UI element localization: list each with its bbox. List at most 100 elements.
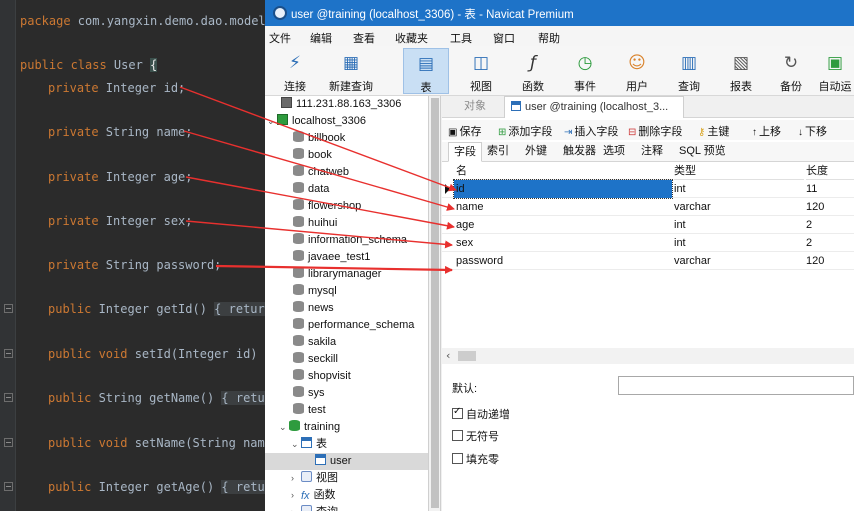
field-type-cell[interactable]: varchar	[674, 198, 711, 216]
tree-table-user[interactable]: user	[265, 453, 428, 470]
tree-training-functions[interactable]: › fx 函数	[291, 487, 336, 504]
table-row[interactable]: password varchar 120	[442, 252, 854, 270]
toolbar-user-button[interactable]: ☺ 用户	[611, 48, 663, 94]
grid-horizontal-scrollbar[interactable]: ‹	[442, 348, 854, 364]
field-name-cell[interactable]: password	[454, 252, 672, 270]
tab-objects[interactable]: 对象	[458, 96, 492, 118]
tree-connection-remote[interactable]: 111.231.88.163_3306	[281, 96, 401, 113]
fold-icon[interactable]	[4, 393, 13, 402]
subtab-fields[interactable]: 字段	[448, 142, 482, 162]
default-value-input[interactable]	[618, 376, 854, 395]
tree-training-views[interactable]: › 视图	[291, 470, 338, 487]
menu-favorites[interactable]: 收藏夹	[395, 30, 428, 46]
field-type-cell[interactable]: varchar	[674, 252, 711, 270]
field-name-cell[interactable]: age	[454, 216, 672, 234]
toolbar-function-button[interactable]: ƒ 函数	[507, 48, 559, 94]
field-length-cell[interactable]: 11	[806, 180, 817, 198]
checkbox-icon[interactable]	[452, 453, 463, 464]
fold-icon[interactable]	[4, 438, 13, 447]
chevron-right-icon[interactable]: ›	[291, 470, 301, 487]
field-type-cell[interactable]: int	[674, 216, 686, 234]
subtab-sql-preview[interactable]: SQL 预览	[674, 142, 731, 162]
tree-connection-localhost[interactable]: ⌄ localhost_3306	[267, 113, 366, 130]
chevron-down-icon[interactable]: ⌄	[267, 113, 277, 130]
field-length-cell[interactable]: 2	[806, 234, 812, 252]
table-row[interactable]: name varchar 120	[442, 198, 854, 216]
tree-training-queries[interactable]: ›查询	[291, 504, 338, 511]
insert-field-button[interactable]: ⇥ 插入字段	[564, 123, 618, 139]
subtab-options[interactable]: 选项	[598, 142, 630, 162]
menu-help[interactable]: 帮助	[538, 30, 560, 46]
add-field-button[interactable]: ⊞ 添加字段	[498, 123, 552, 139]
scrollbar-thumb[interactable]	[458, 351, 476, 361]
chevron-down-icon[interactable]: ⌄	[279, 419, 289, 436]
unsigned-checkbox[interactable]: 无符号	[452, 428, 499, 444]
tree-db-data[interactable]: data	[293, 181, 329, 198]
checkbox-icon[interactable]	[452, 430, 463, 441]
tree-training-tables[interactable]: ⌄ 表	[291, 436, 327, 453]
tree-db-information-schema[interactable]: information_schema	[293, 232, 407, 249]
tree-db-mysql[interactable]: mysql	[293, 283, 337, 300]
code-editor[interactable]: package com.yangxin.demo.dao.model publi…	[0, 0, 265, 511]
menu-file[interactable]: 文件	[269, 30, 291, 46]
field-name-cell[interactable]: id	[453, 179, 673, 199]
fold-icon[interactable]	[4, 304, 13, 313]
subtab-triggers[interactable]: 触发器	[558, 142, 601, 162]
checkbox-checked-icon[interactable]	[452, 406, 463, 419]
delete-field-button[interactable]: ⊟ 删除字段	[628, 123, 682, 139]
toolbar-event-button[interactable]: ◷ 事件	[559, 48, 611, 94]
tree-db-performance-schema[interactable]: performance_schema	[293, 317, 414, 334]
toolbar-query-button[interactable]: ▥ 查询	[663, 48, 715, 94]
field-name-cell[interactable]: sex	[454, 234, 672, 252]
tree-db-billbook[interactable]: billbook	[293, 130, 345, 147]
tree-db-shopvisit[interactable]: shopvisit	[293, 368, 351, 385]
save-button[interactable]: ▣ 保存	[448, 123, 481, 139]
field-length-cell[interactable]: 120	[806, 252, 824, 270]
chevron-right-icon[interactable]: ›	[291, 487, 301, 504]
tree-db-chatweb[interactable]: chatweb	[293, 164, 349, 181]
zerofill-checkbox[interactable]: 填充零	[452, 451, 499, 467]
fields-grid[interactable]: 名 类型 长度 id int 11 name varchar 120 age i…	[442, 163, 854, 353]
chevron-down-icon[interactable]: ⌄	[291, 436, 301, 453]
menu-tools[interactable]: 工具	[450, 30, 472, 46]
subtab-foreign-keys[interactable]: 外键	[520, 142, 552, 162]
tree-db-javaee-test1[interactable]: javaee_test1	[293, 249, 370, 266]
tree-db-flowershop[interactable]: flowershop	[293, 198, 361, 215]
tab-user-table[interactable]: user @training (localhost_3...	[504, 96, 684, 118]
toolbar-table-button[interactable]: ▤ 表	[403, 48, 449, 94]
tree-scrollbar[interactable]	[429, 96, 441, 511]
field-length-cell[interactable]: 120	[806, 198, 824, 216]
table-row[interactable]: id int 11	[442, 179, 854, 199]
connection-tree[interactable]: 111.231.88.163_3306 ⌄ localhost_3306 bill…	[265, 96, 429, 511]
tree-db-training[interactable]: ⌄ training	[279, 419, 340, 436]
field-type-cell[interactable]: int	[674, 180, 686, 198]
field-length-cell[interactable]: 2	[806, 216, 812, 234]
menu-view[interactable]: 查看	[353, 30, 375, 46]
toolbar-new-query-button[interactable]: ▦ 新建查询	[323, 48, 379, 94]
tree-db-sakila[interactable]: sakila	[293, 334, 336, 351]
field-type-cell[interactable]: int	[674, 234, 686, 252]
field-name-cell[interactable]: name	[454, 198, 672, 216]
column-header-type[interactable]: 类型	[674, 163, 804, 180]
tree-db-sys[interactable]: sys	[293, 385, 325, 402]
tree-db-librarymanager[interactable]: librarymanager	[293, 266, 381, 283]
toolbar-connect-button[interactable]: ⚡ 连接	[269, 48, 321, 94]
chevron-right-icon[interactable]: ›	[291, 504, 301, 511]
primary-key-button[interactable]: ⚷ 主键	[698, 123, 729, 139]
fold-icon[interactable]	[4, 349, 13, 358]
toolbar-automation-button[interactable]: ▣ 自动运	[815, 48, 854, 94]
subtab-comments[interactable]: 注释	[636, 142, 668, 162]
menu-window[interactable]: 窗口	[493, 30, 515, 46]
toolbar-view-button[interactable]: ◫ 视图	[455, 48, 507, 94]
title-bar[interactable]: user @training (localhost_3306) - 表 - Na…	[265, 0, 854, 26]
table-row[interactable]: age int 2	[442, 216, 854, 234]
menu-edit[interactable]: 编辑	[310, 30, 332, 46]
fold-icon[interactable]	[4, 482, 13, 491]
scrollbar-thumb[interactable]	[431, 98, 439, 508]
column-header-length[interactable]: 长度	[806, 163, 854, 180]
tree-db-book[interactable]: book	[293, 147, 332, 164]
tree-db-test[interactable]: test	[293, 402, 326, 419]
subtab-indexes[interactable]: 索引	[482, 142, 514, 162]
table-row[interactable]: sex int 2	[442, 234, 854, 252]
tree-db-seckill[interactable]: seckill	[293, 351, 338, 368]
